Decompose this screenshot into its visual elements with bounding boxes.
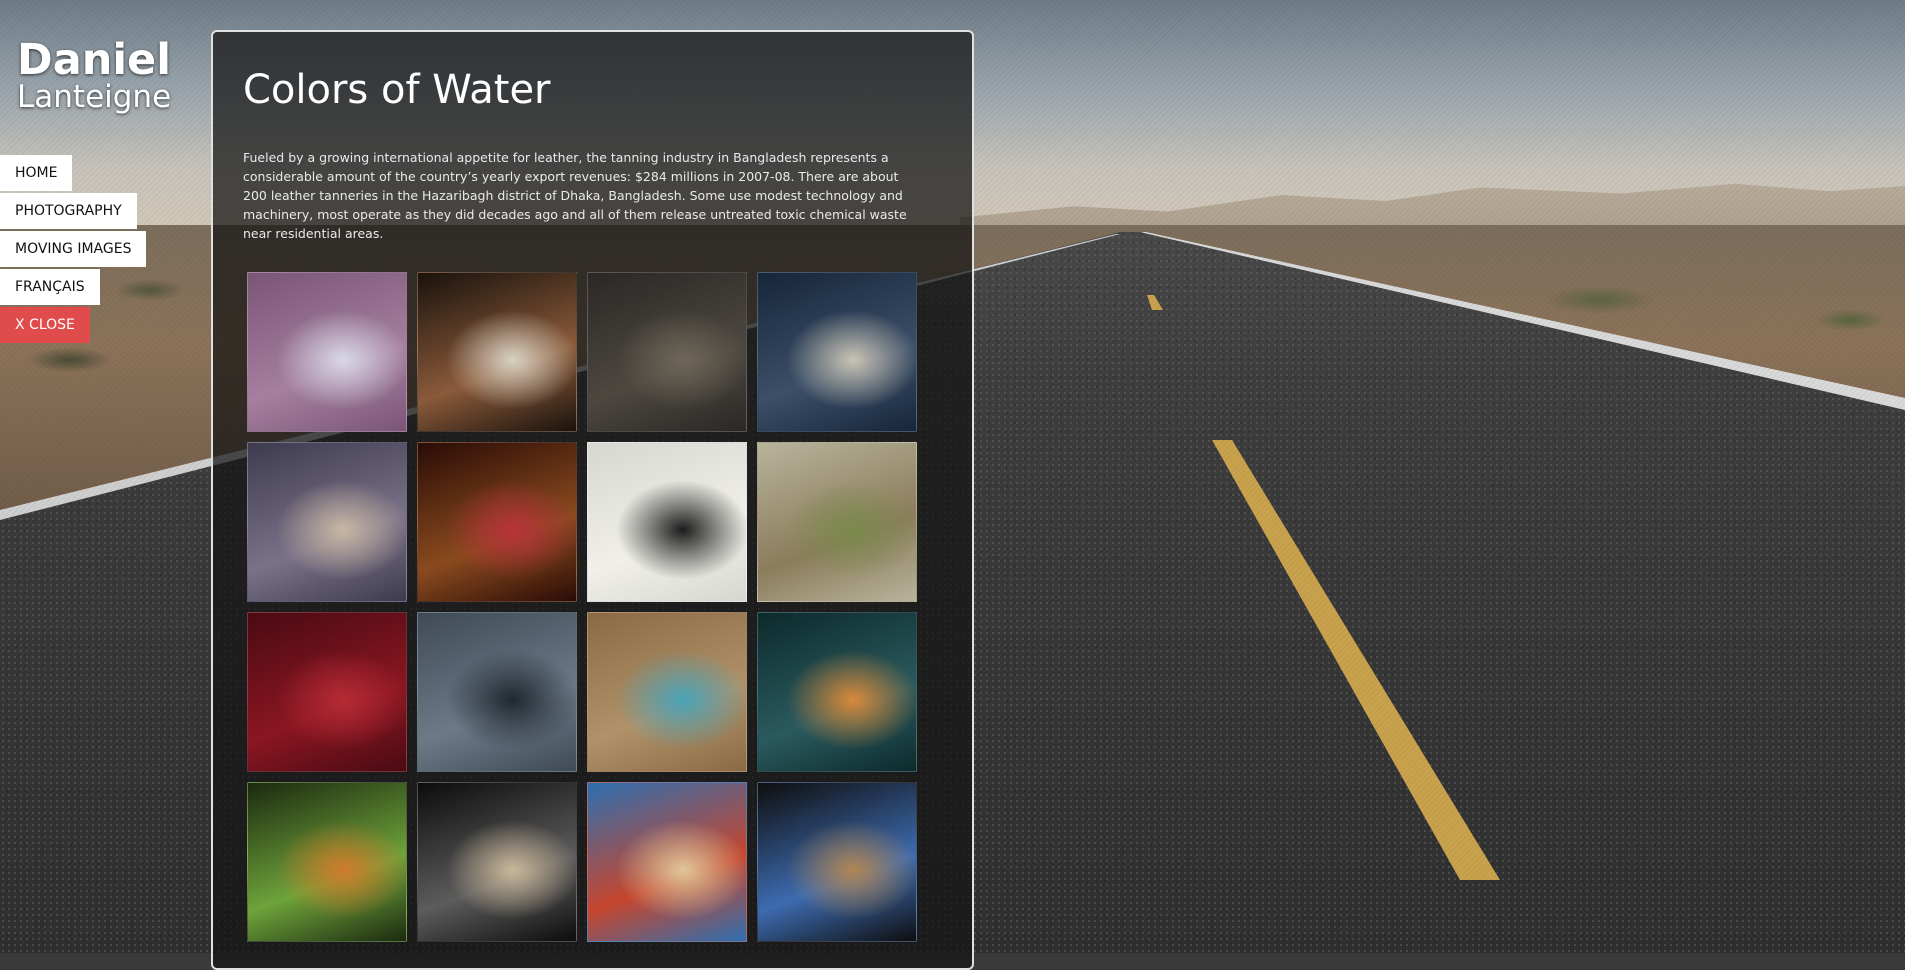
thumb-vegetable-boats[interactable] [247,782,407,942]
thumb-worker-arms[interactable] [417,272,577,432]
thumb-cargo-boat[interactable] [417,782,577,942]
nav-home[interactable]: HOME [0,155,73,191]
gallery-title: Colors of Water [243,67,551,113]
thumb-boy-in-river[interactable] [417,612,577,772]
gallery-description: Fueled by a growing international appeti… [243,150,907,241]
thumb-red-water[interactable] [247,612,407,772]
thumb-sleeping-man[interactable] [757,782,917,942]
thumb-hand-embroidery[interactable] [417,442,577,602]
thumb-blue-boat[interactable] [587,782,747,942]
site-logo[interactable]: Daniel Lanteigne [17,35,172,115]
main-nav: HOME PHOTOGRAPHY MOVING IMAGES FRANÇAIS … [0,155,147,345]
logo-last-name: Lanteigne [17,79,172,115]
thumb-man-portrait[interactable] [757,272,917,432]
gallery-panel: Colors of Water Fueled by a growing inte… [211,30,974,970]
nav-close[interactable]: X CLOSE [0,307,90,343]
thumb-blurred-hides[interactable] [247,442,407,602]
nav-francais[interactable]: FRANÇAIS [0,269,100,305]
thumb-factory-river[interactable] [757,442,917,602]
thumb-child-slum[interactable] [587,612,747,772]
nav-moving-images[interactable]: MOVING IMAGES [0,231,147,267]
logo-first-name: Daniel [17,35,171,85]
thumb-purple-field-dog[interactable] [247,272,407,432]
thumb-white-cloth[interactable] [587,442,747,602]
thumb-water-splash[interactable] [757,612,917,772]
nav-photography[interactable]: PHOTOGRAPHY [0,193,137,229]
thumb-dark-sludge[interactable] [587,272,747,432]
